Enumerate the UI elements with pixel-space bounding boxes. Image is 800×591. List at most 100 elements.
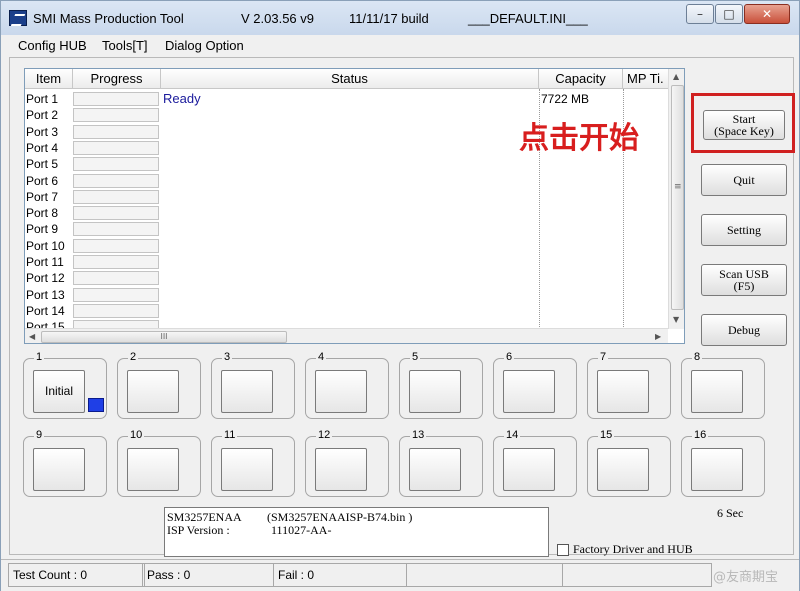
slot-number: 10 [128, 429, 145, 441]
slot-number: 7 [598, 351, 609, 363]
progress-bar [73, 157, 159, 172]
setting-button[interactable]: Setting [701, 214, 787, 246]
status-cell: Ready [163, 91, 201, 106]
build-text: 11/11/17 build [349, 11, 429, 26]
col-header-mp-time[interactable]: MP Ti. [623, 69, 669, 89]
quit-button[interactable]: Quit [701, 164, 787, 196]
port-slot: 16 [681, 429, 765, 497]
factory-driver-checkbox[interactable] [557, 544, 569, 556]
maximize-button[interactable]: □ [715, 4, 743, 24]
close-button[interactable]: ✕ [744, 4, 790, 24]
progress-bar [73, 222, 159, 237]
slot-button[interactable] [503, 370, 555, 413]
watermark: @友商期宝 [713, 570, 779, 585]
slot-button[interactable] [503, 448, 555, 491]
port-slot: 10 [117, 429, 201, 497]
smi-app-icon [9, 10, 27, 26]
slot-button[interactable] [315, 448, 367, 491]
status-field [406, 563, 563, 587]
click-start-annotation: 点击开始 [519, 121, 639, 156]
progress-bar [73, 92, 159, 106]
slot-number: 2 [128, 351, 139, 363]
col-header-status[interactable]: Status [161, 69, 539, 89]
progress-bar [73, 189, 159, 204]
slot-button[interactable] [409, 370, 461, 413]
port-item[interactable]: Port 9 [25, 221, 71, 237]
port-item[interactable]: Port 14 [25, 303, 71, 319]
port-item[interactable]: Port 12 [25, 270, 71, 286]
slot-button[interactable] [597, 370, 649, 413]
scroll-up-icon[interactable]: ▲ [673, 72, 679, 81]
port-slot: 9 [23, 429, 107, 497]
horizontal-scrollbar[interactable]: ◀ III ▶ [25, 328, 668, 343]
slot-number: 1 [34, 351, 45, 363]
menu-dialog-option[interactable]: Dialog Option [165, 38, 244, 53]
progress-bar [73, 206, 159, 221]
scroll-right-icon[interactable]: ▶ [655, 332, 661, 341]
port-item[interactable]: Port 3 [25, 124, 71, 140]
scan-usb-hotkey: (F5) [733, 279, 755, 293]
port-item[interactable]: Port 10 [25, 238, 71, 254]
status-bar: Test Count : 0 Pass : 0 Fail : 0 [1, 559, 799, 591]
debug-button[interactable]: Debug [701, 314, 787, 346]
port-slot: 11 [211, 429, 295, 497]
timer-text: 6 Sec [717, 506, 744, 520]
fail-count: Fail : 0 [273, 563, 407, 587]
horizontal-scroll-thumb[interactable]: III [41, 331, 287, 343]
menu-tools[interactable]: Tools[T] [102, 38, 148, 53]
slot-button[interactable] [409, 448, 461, 491]
menu-config-hub[interactable]: Config HUB [18, 38, 87, 53]
slot-button[interactable] [221, 370, 273, 413]
port-item[interactable]: Port 6 [25, 173, 71, 189]
vertical-scroll-thumb[interactable]: ≡ [671, 85, 684, 310]
slot-button[interactable] [33, 448, 85, 491]
vertical-scrollbar[interactable]: ▲ ≡ ▼ [668, 69, 684, 329]
scroll-left-icon[interactable]: ◀ [29, 332, 35, 341]
port-slot: 1 Initial [23, 351, 107, 419]
slot-button[interactable] [127, 448, 179, 491]
port-slot: 4 [305, 351, 389, 419]
progress-bar [73, 271, 159, 286]
col-header-capacity[interactable]: Capacity [539, 69, 623, 89]
port-item[interactable]: Port 7 [25, 189, 71, 205]
slot-button[interactable] [315, 370, 367, 413]
scan-usb-button[interactable]: Scan USB (F5) [701, 264, 787, 296]
port-item[interactable]: Port 5 [25, 156, 71, 172]
start-button[interactable]: Start (Space Key) [703, 110, 785, 140]
slot-number: 12 [316, 429, 333, 441]
port-item[interactable]: Port 8 [25, 205, 71, 221]
test-count: Test Count : 0 [8, 563, 145, 587]
port-item[interactable]: Port 2 [25, 107, 71, 123]
slot-button[interactable] [127, 370, 179, 413]
scroll-down-icon[interactable]: ▼ [673, 315, 679, 324]
slot-number: 15 [598, 429, 615, 441]
pass-count: Pass : 0 [142, 563, 274, 587]
slot-number: 11 [222, 429, 238, 441]
minimize-button[interactable]: – [686, 4, 714, 24]
port-slot: 15 [587, 429, 671, 497]
capacity-cell: 7722 MB [541, 92, 590, 106]
slot-status-indicator [88, 398, 104, 412]
port-item[interactable]: Port 11 [25, 254, 71, 270]
ini-file-text: ___DEFAULT.INI___ [468, 11, 588, 26]
slot-number: 4 [316, 351, 327, 363]
slot-button[interactable] [221, 448, 273, 491]
col-header-item[interactable]: Item [25, 69, 73, 89]
slot-button[interactable]: Initial [33, 370, 85, 413]
slot-button[interactable] [691, 448, 743, 491]
port-slot: 2 [117, 351, 201, 419]
progress-bar [73, 255, 159, 269]
app-window: SMI Mass Production Tool V 2.03.56 v9 11… [0, 0, 800, 591]
slot-button[interactable] [691, 370, 743, 413]
port-slot: 14 [493, 429, 577, 497]
window-title: SMI Mass Production Tool [33, 11, 184, 26]
port-item[interactable]: Port 1 [25, 91, 71, 107]
slot-number: 13 [410, 429, 427, 441]
factory-driver-label: Factory Driver and HUB [573, 542, 693, 556]
port-item[interactable]: Port 13 [25, 287, 71, 303]
col-header-progress[interactable]: Progress [73, 69, 161, 89]
isp-version-value: 111027-AA- [271, 523, 332, 537]
slot-number: 3 [222, 351, 233, 363]
port-item[interactable]: Port 4 [25, 140, 71, 156]
slot-button[interactable] [597, 448, 649, 491]
